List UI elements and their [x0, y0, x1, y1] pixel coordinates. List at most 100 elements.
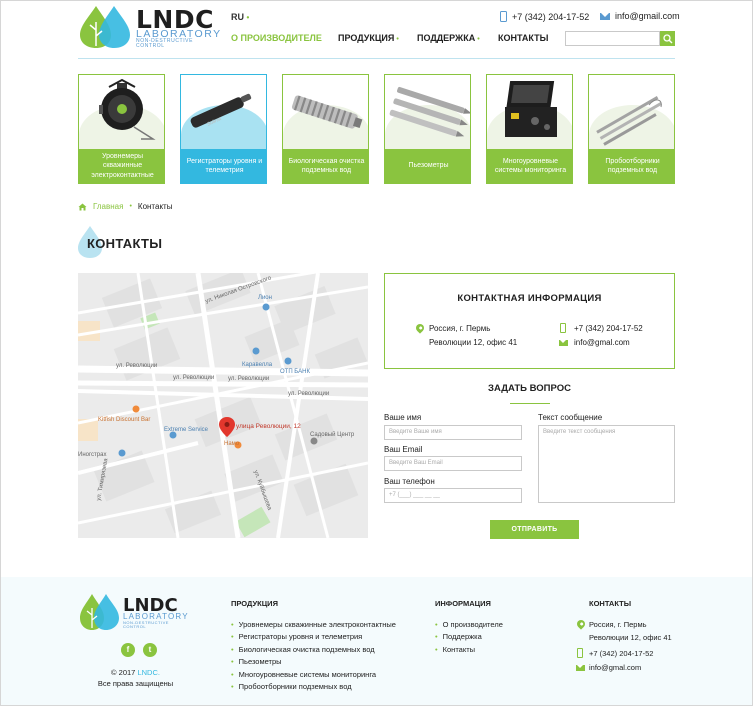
email-label: Ваш Email [384, 445, 423, 454]
nav-item-about[interactable]: О ПРОИЗВОДИТЕЛЕ [231, 33, 322, 43]
bullet-icon: • [435, 645, 438, 654]
page-title: КОНТАКТЫ [87, 236, 163, 251]
bullet-icon: • [231, 632, 234, 641]
bullet-icon: • [231, 657, 234, 666]
logo-drops-icon [80, 594, 119, 630]
map-place-label: Лион [258, 295, 272, 301]
map-place-label: Kitfish Discount Bar [98, 417, 150, 423]
footer-product-link[interactable]: • Регистраторы уровня и телеметрия [231, 632, 362, 641]
logo[interactable]: LNDC LABORATORY NON-DESTRUCTIVE CONTROL [78, 4, 220, 49]
footer-product-link[interactable]: • Уровнемеры скважинные электроконтактные [231, 620, 396, 629]
contact-info-box: КОНТАКТНАЯ ИНФОРМАЦИЯ Россия, г. Пермь Р… [384, 273, 675, 369]
product-card-label: Регистраторы уровня и телеметрия [181, 149, 266, 183]
phone-icon [577, 648, 583, 658]
product-card-label: Многоуровневые системы мониторинга [487, 149, 572, 183]
footer-link-label: Контакты [442, 645, 476, 654]
footer-logo-tagline: NON-DESTRUCTIVE CONTROL [123, 620, 169, 629]
nav-item-label: КОНТАКТЫ [498, 33, 549, 43]
breadcrumb-home-link[interactable]: Главная [93, 202, 123, 211]
footer-info-link[interactable]: • Контакты [435, 645, 475, 654]
product-card[interactable]: Уровнемеры скважинные электроконтактные [78, 74, 165, 184]
nav-item-label: ПОДДЕРЖКА [417, 33, 476, 43]
product-card-label: Биологическая очистка подземных вод [283, 149, 368, 183]
copyright-brand[interactable]: LNDC. [137, 668, 160, 677]
footer-logo[interactable]: LNDC LABORATORY NON-DESTRUCTIVE CONTROL [78, 592, 193, 632]
footer-product-link[interactable]: • Многоуровневые системы мониторинга [231, 670, 376, 679]
header-email[interactable]: info@gmail.com [600, 11, 680, 21]
contact-phone[interactable]: +7 (342) 204-17-52 [574, 324, 643, 333]
footer-link-label: Уровнемеры скважинные электроконтактные [238, 620, 396, 629]
product-card-label: Уровнемеры скважинные электроконтактные [79, 149, 164, 183]
footer-product-link[interactable]: • Пьезометры [231, 657, 282, 666]
footer-info-title: ИНФОРМАЦИЯ [435, 599, 491, 608]
product-card[interactable]: Многоуровневые системы мониторинга [486, 74, 573, 184]
name-label: Ваше имя [384, 413, 422, 422]
language-selector[interactable]: RU • [231, 12, 249, 22]
logger-icon: Solinst [190, 93, 252, 128]
copyright: © 2017 LNDC. Все права защищены [78, 668, 193, 690]
case-icon [505, 81, 557, 137]
search-bar [565, 31, 675, 46]
header-phone-text: +7 (342) 204-17-52 [512, 11, 590, 22]
map-street-label: ул. Революции [116, 363, 157, 369]
footer-product-link[interactable]: • Пробоотборники подземных вод [231, 682, 352, 691]
contact-email[interactable]: info@gmal.com [574, 338, 630, 347]
map-place-label: Намо [224, 441, 240, 447]
sampler-icon [596, 96, 662, 146]
bullet-icon: • [231, 620, 234, 629]
search-input[interactable] [565, 31, 660, 46]
bullet-icon: • [231, 682, 234, 691]
footer-address-line2: Революции 12, офис 41 [589, 633, 672, 642]
bullet-icon: • [231, 645, 234, 654]
map-street-label: ул. Революции [228, 376, 269, 382]
email-field[interactable]: Введите Ваш Email [384, 456, 522, 471]
submit-button[interactable]: ОТПРАВИТЬ [490, 520, 579, 539]
phone-label: Ваш телефон [384, 477, 435, 486]
search-button[interactable] [660, 31, 675, 46]
footer-info-link[interactable]: • О производителе [435, 620, 503, 629]
facebook-icon[interactable]: f [121, 643, 135, 657]
footer-phone[interactable]: +7 (342) 204-17-52 [589, 649, 653, 658]
map-place-label: Иногстрах [78, 452, 106, 458]
contact-address-line2: Революции 12, офис 41 [429, 338, 518, 347]
bullet-icon: • [435, 620, 438, 629]
map[interactable]: ул. Революции ул. Революции ул. Революци… [78, 273, 368, 538]
chevron-down-icon: • [396, 36, 399, 43]
name-field[interactable]: Введите Ваше имя [384, 425, 522, 440]
mail-icon [576, 665, 585, 671]
footer-contacts-title: КОНТАКТЫ [589, 599, 632, 608]
footer-link-label: О производителе [442, 620, 503, 629]
bullet-icon: • [231, 670, 234, 679]
twitter-icon[interactable]: t [143, 643, 157, 657]
footer-link-label: Пробоотборники подземных вод [238, 682, 352, 691]
nav-item-contacts[interactable]: КОНТАКТЫ [498, 33, 548, 43]
footer-email[interactable]: info@gmal.com [589, 663, 641, 672]
nav-item-products[interactable]: ПРОДУКЦИЯ • [338, 33, 399, 43]
nav-item-support[interactable]: ПОДДЕРЖКА • [417, 33, 480, 43]
footer-link-label: Пьезометры [238, 657, 282, 666]
form-title-underline [510, 403, 550, 404]
footer-product-link[interactable]: • Биологическая очистка подземных вод [231, 645, 375, 654]
message-field[interactable]: Введите текст сообщения [538, 425, 675, 503]
search-icon [662, 33, 672, 43]
bullet-icon: • [435, 632, 438, 641]
breadcrumb-current: Контакты [137, 202, 173, 211]
piezometer-icon [389, 86, 470, 137]
header-divider [78, 58, 675, 59]
product-card[interactable]: Биологическая очистка подземных вод [282, 74, 369, 184]
footer-info-link[interactable]: • Поддержка [435, 632, 482, 641]
map-street-label: ул. Революции [173, 375, 214, 381]
footer-address-line1: Россия, г. Пермь [589, 620, 647, 629]
footer-link-label: Регистраторы уровня и телеметрия [238, 632, 363, 641]
phone-field[interactable]: +7 (___) ___ __ __ [384, 488, 522, 503]
form-title: ЗАДАТЬ ВОПРОС [488, 383, 571, 394]
product-card[interactable]: Solinst Регистраторы уровня и телеметрия [180, 74, 267, 184]
header-phone[interactable]: +7 (342) 204-17-52 [500, 11, 589, 22]
nav-item-label: ПРОДУКЦИЯ [338, 33, 395, 43]
map-place-label: Extreme Service [164, 427, 209, 433]
footer-link-label: Поддержка [442, 632, 482, 641]
product-card[interactable]: Пьезометры [384, 74, 471, 184]
product-card[interactable]: Пробоотборники подземных вод [588, 74, 675, 184]
product-cards: Уровнемеры скважинные электроконтактные … [78, 74, 675, 184]
map-marker-label: улица Революции, 12 [236, 423, 301, 430]
